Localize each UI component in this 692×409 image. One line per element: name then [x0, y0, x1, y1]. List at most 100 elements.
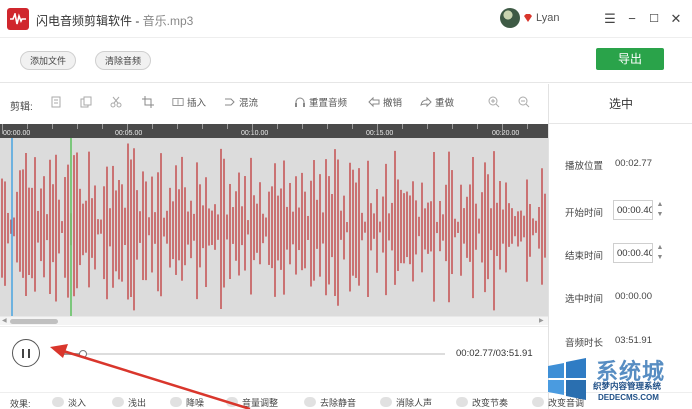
mix-label: 混流 — [239, 98, 259, 109]
up-arrow-icon[interactable]: ▲ — [655, 243, 665, 253]
ruler-tick — [302, 124, 303, 129]
undo-icon — [368, 96, 380, 108]
ruler-tick — [227, 124, 228, 129]
ruler-tick-label: 00:05.00 — [115, 130, 143, 137]
effect-label: 浅出 — [128, 398, 147, 408]
scroll-right-icon[interactable]: ▶ — [539, 317, 544, 326]
fade-in-effect[interactable]: 淡入 — [52, 396, 86, 409]
effect-label: 降噪 — [186, 398, 205, 408]
username[interactable]: Lyan — [536, 12, 559, 24]
effect-label: 去除静音 — [320, 398, 357, 408]
denoise-effect[interactable]: 降噪 — [170, 396, 204, 409]
copy-tool[interactable] — [50, 96, 65, 112]
crop-tool[interactable] — [142, 96, 157, 112]
scrollbar-thumb[interactable] — [10, 319, 58, 324]
waveform-area[interactable] — [0, 138, 548, 316]
up-arrow-icon[interactable]: ▲ — [655, 200, 665, 210]
menu-icon[interactable]: ☰ — [600, 9, 620, 29]
ruler-tick — [327, 124, 328, 129]
watermark-subtitle: 织梦内容管理系统 — [593, 381, 662, 391]
ruler-tick — [127, 124, 128, 134]
play-position-value: 00:02.77 — [615, 158, 652, 169]
ruler-tick — [252, 124, 253, 134]
zoom-in-icon — [488, 96, 500, 108]
seek-handle[interactable] — [79, 350, 88, 358]
horizontal-scrollbar[interactable]: ◀ ▶ — [0, 316, 548, 325]
ruler-tick — [202, 124, 203, 129]
end-time-stepper[interactable]: ▲ ▼ — [655, 243, 665, 263]
effect-label: 音量调整 — [242, 398, 279, 408]
ruler-tick — [402, 124, 403, 129]
down-arrow-icon[interactable]: ▼ — [655, 210, 665, 220]
volume-effect[interactable]: 音量调整 — [226, 396, 278, 409]
ruler-tick — [527, 124, 528, 129]
redo-tool[interactable]: 重做 — [420, 96, 454, 112]
effect-icon — [304, 397, 316, 407]
playback-bar: 00:02.77/03:51.91 — [0, 326, 548, 382]
ruler-tick-label: 00:15.00 — [366, 130, 394, 137]
close-button[interactable]: ✕ — [666, 9, 686, 29]
export-button[interactable]: 导出 — [596, 48, 664, 70]
add-file-button[interactable]: 添加文件 — [20, 51, 77, 70]
start-time-stepper[interactable]: ▲ ▼ — [655, 200, 665, 220]
scroll-left-icon[interactable]: ◀ — [2, 317, 7, 326]
effect-label: 改变节奏 — [472, 398, 509, 408]
paste-icon — [80, 96, 92, 108]
effect-label: 淡入 — [68, 398, 87, 408]
edit-label: 剪辑: — [10, 102, 33, 113]
pause-button[interactable] — [12, 339, 40, 367]
ruler-tick — [477, 124, 478, 129]
vip-diamond-icon — [524, 14, 532, 22]
ruler-tick — [427, 124, 428, 129]
insert-tool[interactable]: 插入 — [172, 96, 206, 112]
remove-vocals-effect[interactable]: 消除人声 — [380, 396, 432, 409]
mix-tool[interactable]: 混流 — [224, 96, 258, 112]
watermark-url: DEDECMS.COM — [598, 393, 659, 402]
app-logo-icon — [7, 8, 29, 30]
ruler-tick — [52, 124, 53, 129]
ruler-tick — [152, 124, 153, 129]
waveform[interactable] — [0, 138, 548, 316]
end-time-field[interactable] — [613, 243, 653, 263]
effect-label: 消除人声 — [396, 398, 433, 408]
copy-icon — [51, 96, 61, 108]
down-arrow-icon[interactable]: ▼ — [655, 253, 665, 263]
effect-icon — [380, 397, 392, 407]
watermark: 系统城 织梦内容管理系统 DEDECMS.COM — [538, 352, 692, 409]
ruler-tick — [77, 124, 78, 129]
remove-silence-effect[interactable]: 去除静音 — [304, 396, 356, 409]
ruler-tick-label: 00:20.00 — [492, 130, 520, 137]
effect-icon — [112, 397, 124, 407]
minimize-button[interactable]: − — [622, 9, 642, 29]
user-avatar[interactable] — [500, 8, 520, 28]
maximize-button[interactable]: ☐ — [644, 9, 664, 29]
app-name: 闪电音频剪辑软件 - — [36, 14, 143, 28]
fade-out-effect[interactable]: 浅出 — [112, 396, 146, 409]
play-position-label: 播放位置 — [565, 161, 604, 172]
ruler-tick-label: 00:00.00 — [3, 130, 31, 137]
undo-tool[interactable]: 撤销 — [368, 96, 402, 112]
ruler-tick — [102, 124, 103, 129]
duration-value: 03:51.91 — [615, 335, 652, 346]
file-name: 音乐.mp3 — [142, 14, 194, 28]
title-bar: 闪电音频剪辑软件 - 音乐.mp3 Lyan ☰ − ☐ ✕ — [0, 0, 692, 38]
selected-time-value: 00:00.00 — [615, 291, 652, 302]
zoom-in-tool[interactable] — [488, 96, 503, 112]
zoom-out-tool[interactable] — [518, 96, 533, 112]
seek-slider[interactable] — [60, 350, 445, 358]
redo-icon — [420, 96, 432, 108]
effect-icon — [170, 397, 182, 407]
time-ruler[interactable] — [0, 124, 548, 138]
rerecord-tool[interactable]: 重置音频 — [294, 96, 347, 112]
clear-audio-button[interactable]: 清除音频 — [95, 51, 152, 70]
ruler-tick-label: 00:10.00 — [241, 130, 269, 137]
change-tempo-effect[interactable]: 改变节奏 — [456, 396, 508, 409]
headphones-icon — [295, 97, 305, 107]
ruler-tick — [452, 124, 453, 129]
paste-tool[interactable] — [80, 96, 95, 112]
ruler-tick — [377, 124, 378, 134]
ruler-tick — [277, 124, 278, 129]
cut-tool[interactable] — [110, 96, 125, 112]
start-time-field[interactable] — [613, 200, 653, 220]
undo-label: 撤销 — [383, 98, 403, 109]
